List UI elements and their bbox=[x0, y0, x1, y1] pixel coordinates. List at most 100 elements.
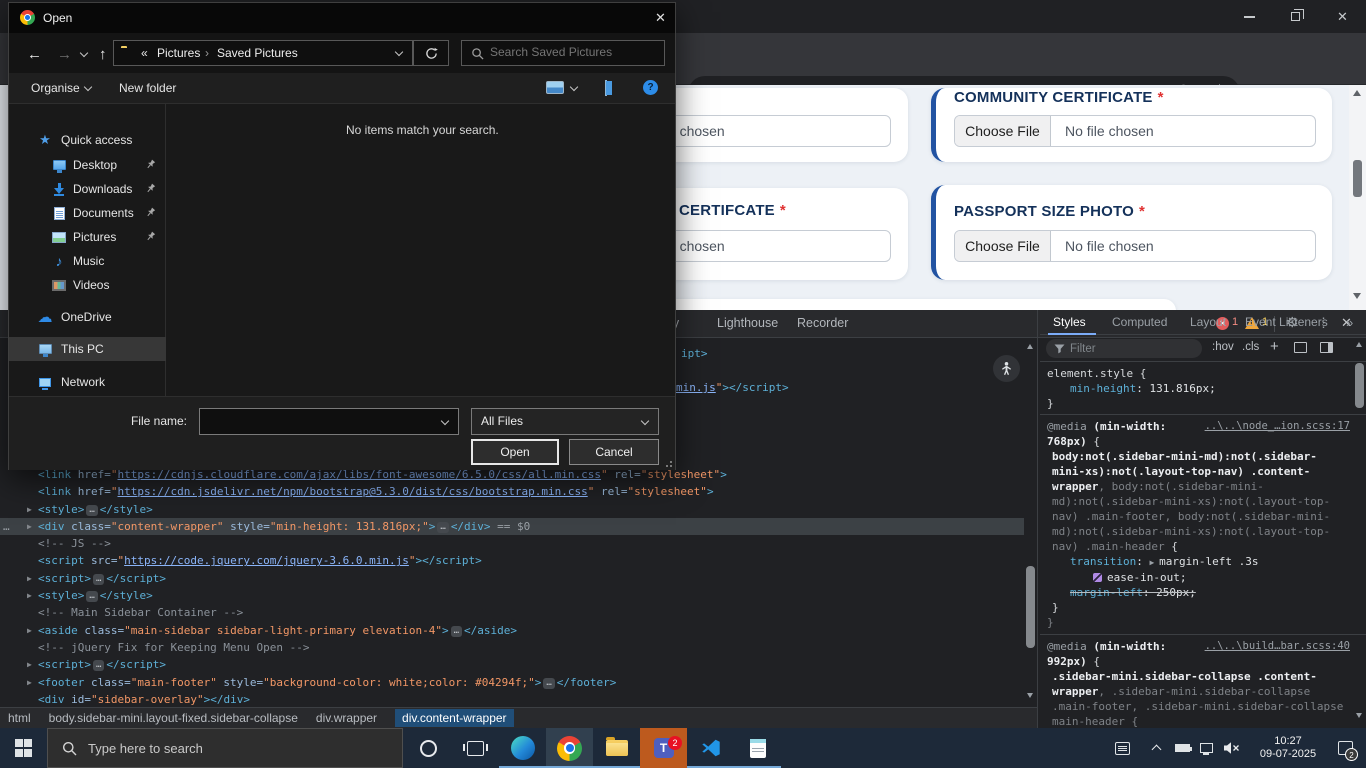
breadcrumb-html[interactable]: html bbox=[8, 711, 31, 725]
media-768-rule[interactable]: ..\..\node_…ion.scss:17 @media (min-widt… bbox=[1040, 415, 1366, 634]
preview-pane-icon[interactable] bbox=[605, 80, 607, 96]
taskbar-search-input[interactable] bbox=[88, 741, 338, 756]
battery-icon[interactable] bbox=[1170, 728, 1194, 768]
tree-row[interactable]: <!-- Main Sidebar Container --> bbox=[0, 604, 1024, 621]
notification-center-button[interactable]: 2 bbox=[1330, 728, 1360, 768]
start-button[interactable] bbox=[0, 728, 47, 768]
file-name-field[interactable] bbox=[199, 408, 459, 435]
sidebar-layout-icon[interactable] bbox=[1320, 342, 1333, 353]
scroll-up-icon[interactable] bbox=[1356, 342, 1362, 347]
breadcrumb-pictures[interactable]: Pictures bbox=[157, 46, 200, 60]
scrollbar-thumb[interactable] bbox=[1026, 566, 1035, 648]
help-icon[interactable]: ? bbox=[643, 80, 658, 95]
tab-event-listeners[interactable]: Event Listeners bbox=[1245, 315, 1328, 329]
breadcrumb-root-icon[interactable]: « bbox=[141, 46, 148, 60]
tree-row[interactable]: <script src="https://code.jquery.com/jqu… bbox=[0, 552, 1024, 569]
sidebar-item-network[interactable]: Network bbox=[9, 370, 166, 394]
choose-file-button[interactable]: Choose File bbox=[955, 231, 1051, 261]
dialog-titlebar[interactable]: Open ✕ bbox=[9, 3, 675, 33]
sidebar-item-documents[interactable]: Documents bbox=[9, 201, 166, 225]
tree-row[interactable]: ▶<style>…</style> bbox=[0, 587, 1024, 604]
scroll-up-icon[interactable] bbox=[1353, 90, 1361, 96]
new-style-rule-icon[interactable]: + bbox=[1270, 338, 1279, 355]
restore-icon[interactable] bbox=[1291, 10, 1300, 21]
address-dropdown-icon[interactable] bbox=[395, 48, 403, 56]
choose-file-button[interactable]: Choose File bbox=[955, 116, 1051, 146]
tree-row[interactable]: <link href="https://cdn.jsdelivr.net/npm… bbox=[0, 483, 1024, 500]
tree-row[interactable]: ▶<script>…</script> bbox=[0, 570, 1024, 587]
dialog-close-icon[interactable]: ✕ bbox=[655, 10, 666, 26]
back-icon[interactable]: ← bbox=[27, 46, 42, 63]
tree-row[interactable]: ▶<aside class="main-sidebar sidebar-ligh… bbox=[0, 622, 1024, 639]
vscode-button[interactable] bbox=[687, 728, 734, 768]
scroll-down-icon[interactable] bbox=[1356, 713, 1362, 718]
breadcrumb-content-wrapper[interactable]: div.content-wrapper bbox=[395, 709, 514, 727]
tree-row[interactable]: <div id="sidebar-overlay"></div> bbox=[0, 691, 1024, 707]
tree-row[interactable]: ▶<style>…</style> bbox=[0, 501, 1024, 518]
taskbar-search[interactable] bbox=[47, 728, 403, 768]
minimize-icon[interactable] bbox=[1244, 10, 1255, 18]
dialog-search-box[interactable] bbox=[461, 40, 665, 66]
chrome-button-active[interactable] bbox=[546, 728, 593, 768]
forward-icon[interactable]: → bbox=[57, 46, 72, 63]
media-992-rule[interactable]: ..\..\build…bar.scss:40 @media (min-widt… bbox=[1040, 635, 1366, 728]
tree-row[interactable]: <!-- JS --> bbox=[0, 535, 1024, 552]
accessibility-person-icon[interactable] bbox=[993, 355, 1020, 382]
tab-styles[interactable]: Styles bbox=[1053, 315, 1086, 329]
sidebar-item-desktop[interactable]: Desktop bbox=[9, 153, 166, 177]
tab-computed[interactable]: Computed bbox=[1112, 315, 1167, 329]
volume-muted-icon[interactable] bbox=[1218, 728, 1244, 768]
breadcrumb-saved-pictures[interactable]: Saved Pictures bbox=[217, 46, 298, 60]
scroll-down-icon[interactable] bbox=[1027, 693, 1033, 698]
cortana-button[interactable] bbox=[405, 728, 452, 768]
styles-scrollbar[interactable] bbox=[1353, 335, 1366, 728]
new-folder-button[interactable]: New folder bbox=[119, 81, 176, 95]
refresh-button[interactable] bbox=[413, 40, 449, 66]
file-name-dropdown-icon[interactable] bbox=[441, 417, 449, 425]
hov-toggle[interactable]: :hov bbox=[1212, 341, 1234, 353]
task-view-button[interactable] bbox=[452, 728, 499, 768]
edge-button[interactable] bbox=[499, 728, 546, 768]
tree-row[interactable]: <!-- jQuery Fix for Keeping Menu Open --… bbox=[0, 639, 1024, 656]
sidebar-item-this-pc[interactable]: This PC bbox=[9, 337, 166, 361]
breadcrumb-body[interactable]: body.sidebar-mini.layout-fixed.sidebar-c… bbox=[49, 711, 298, 725]
open-button[interactable]: Open bbox=[471, 439, 559, 465]
elements-scrollbar[interactable] bbox=[1024, 338, 1037, 707]
tab-recorder[interactable]: Recorder bbox=[797, 316, 848, 330]
panel-splitter[interactable] bbox=[1037, 310, 1038, 728]
views-dropdown-icon[interactable] bbox=[570, 83, 578, 91]
sidebar-item-downloads[interactable]: Downloads bbox=[9, 177, 166, 201]
scroll-down-icon[interactable] bbox=[1353, 293, 1361, 299]
file-type-select[interactable]: All Files bbox=[471, 408, 659, 435]
window-close-icon[interactable]: ✕ bbox=[1337, 10, 1348, 23]
sidebar-item-quick-access[interactable]: ★ Quick access bbox=[9, 128, 166, 152]
sidebar-item-videos[interactable]: Videos bbox=[9, 273, 166, 297]
view-thumbnails-icon[interactable] bbox=[546, 81, 564, 94]
tree-row-selected[interactable]: …▶<div class="content-wrapper" style="mi… bbox=[0, 518, 1024, 535]
sidebar-item-pictures[interactable]: Pictures bbox=[9, 225, 166, 249]
row-menu-icon[interactable]: … bbox=[3, 518, 10, 535]
scrollbar-thumb[interactable] bbox=[1355, 363, 1364, 408]
element-style-rule[interactable]: element.style { min-height: 131.816px; } bbox=[1040, 362, 1366, 415]
rendering-icon[interactable] bbox=[1294, 342, 1307, 353]
passport-file-input[interactable]: Choose File No file chosen bbox=[954, 230, 1316, 262]
more-tabs-icon[interactable]: » bbox=[1346, 315, 1353, 330]
file-explorer-button[interactable] bbox=[593, 728, 640, 768]
community-file-input[interactable]: Choose File No file chosen bbox=[954, 115, 1316, 147]
scrollbar-thumb[interactable] bbox=[1353, 160, 1362, 197]
up-icon[interactable]: ↑ bbox=[99, 46, 107, 63]
tree-row[interactable]: ▶<footer class="main-footer" style="back… bbox=[0, 674, 1024, 691]
teams-button[interactable]: T 2 bbox=[640, 728, 687, 768]
styles-filter-input[interactable] bbox=[1070, 343, 1180, 355]
file-name-input[interactable] bbox=[206, 413, 434, 427]
styles-filter[interactable] bbox=[1046, 339, 1202, 358]
recent-locations-icon[interactable] bbox=[80, 49, 88, 57]
news-widget-icon[interactable] bbox=[1108, 728, 1136, 768]
cancel-button[interactable]: Cancel bbox=[569, 439, 659, 465]
scroll-up-icon[interactable] bbox=[1027, 344, 1033, 349]
page-scrollbar[interactable] bbox=[1349, 85, 1366, 310]
notepad-button[interactable] bbox=[734, 728, 781, 768]
tab-layout[interactable]: Layout bbox=[1190, 315, 1226, 329]
cls-toggle[interactable]: .cls bbox=[1242, 341, 1259, 353]
organise-button[interactable]: Organise bbox=[31, 81, 80, 95]
